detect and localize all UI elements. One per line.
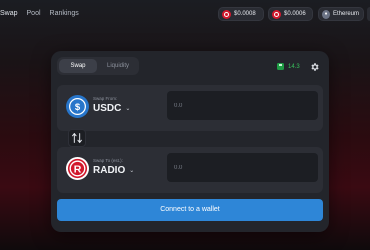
usdc-icon: $ bbox=[66, 95, 89, 118]
from-token-selector[interactable]: USDC ⌄ bbox=[93, 103, 130, 114]
swap-to-panel: R Swap To (est.): RADIO ⌄ bbox=[57, 147, 323, 193]
radio-price-badge[interactable]: $0.0008 bbox=[218, 7, 264, 21]
gas-price: 14.3 bbox=[277, 63, 300, 70]
chevron-down-icon: ⌄ bbox=[125, 106, 131, 112]
swap-from-panel: $ Swap From: USDC ⌄ bbox=[57, 85, 323, 131]
tab-liquidity[interactable]: Liquidity bbox=[99, 59, 137, 73]
from-amount-input[interactable] bbox=[167, 91, 318, 120]
to-token-symbol: RADIO bbox=[93, 165, 126, 176]
top-bar: Swap Pool Rankings $0.0008 $0.0006 ♦ Eth… bbox=[0, 0, 370, 30]
chevron-down-icon: ⌄ bbox=[129, 168, 135, 174]
to-amount-input[interactable] bbox=[167, 153, 318, 182]
gear-icon[interactable] bbox=[310, 62, 320, 72]
from-token-symbol: USDC bbox=[93, 103, 122, 114]
nav-rankings-link[interactable]: Rankings bbox=[50, 10, 79, 17]
gas-pump-icon bbox=[277, 63, 284, 70]
gas-price-value: 14.3 bbox=[288, 63, 300, 70]
swap-arrows-icon bbox=[72, 133, 82, 143]
radio-icon: R bbox=[66, 157, 89, 180]
svg-text:$: $ bbox=[75, 102, 81, 113]
swap-to-label: Swap To (est.): bbox=[93, 158, 123, 163]
nav-swap-link[interactable]: Swap bbox=[0, 10, 18, 17]
svg-text:R: R bbox=[74, 164, 82, 176]
ethereum-icon: ♦ bbox=[322, 9, 330, 19]
radio-token-icon bbox=[272, 9, 281, 19]
to-token-selector[interactable]: RADIO ⌄ bbox=[93, 165, 134, 176]
radio-token-icon bbox=[222, 9, 231, 19]
switch-direction-button[interactable] bbox=[68, 129, 86, 147]
radio-price-value: $0.0008 bbox=[234, 11, 256, 17]
main-nav: Swap Pool Rankings bbox=[0, 10, 79, 17]
swap-card: Swap Liquidity 14.3 $ Swap From: USDC ⌄ bbox=[51, 51, 329, 232]
connect-wallet-button[interactable]: Connect to a wallet bbox=[57, 199, 323, 221]
swap-tabs: Swap Liquidity bbox=[57, 57, 139, 75]
tab-swap[interactable]: Swap bbox=[59, 59, 97, 73]
network-selector[interactable]: ♦ Ethereum bbox=[318, 7, 364, 21]
nav-pool-link[interactable]: Pool bbox=[27, 10, 41, 17]
radio-balance-badge[interactable]: $0.0006 bbox=[268, 7, 313, 21]
radio-balance-value: $0.0006 bbox=[284, 11, 306, 17]
swap-from-label: Swap From: bbox=[93, 96, 118, 101]
network-label: Ethereum bbox=[332, 11, 359, 17]
